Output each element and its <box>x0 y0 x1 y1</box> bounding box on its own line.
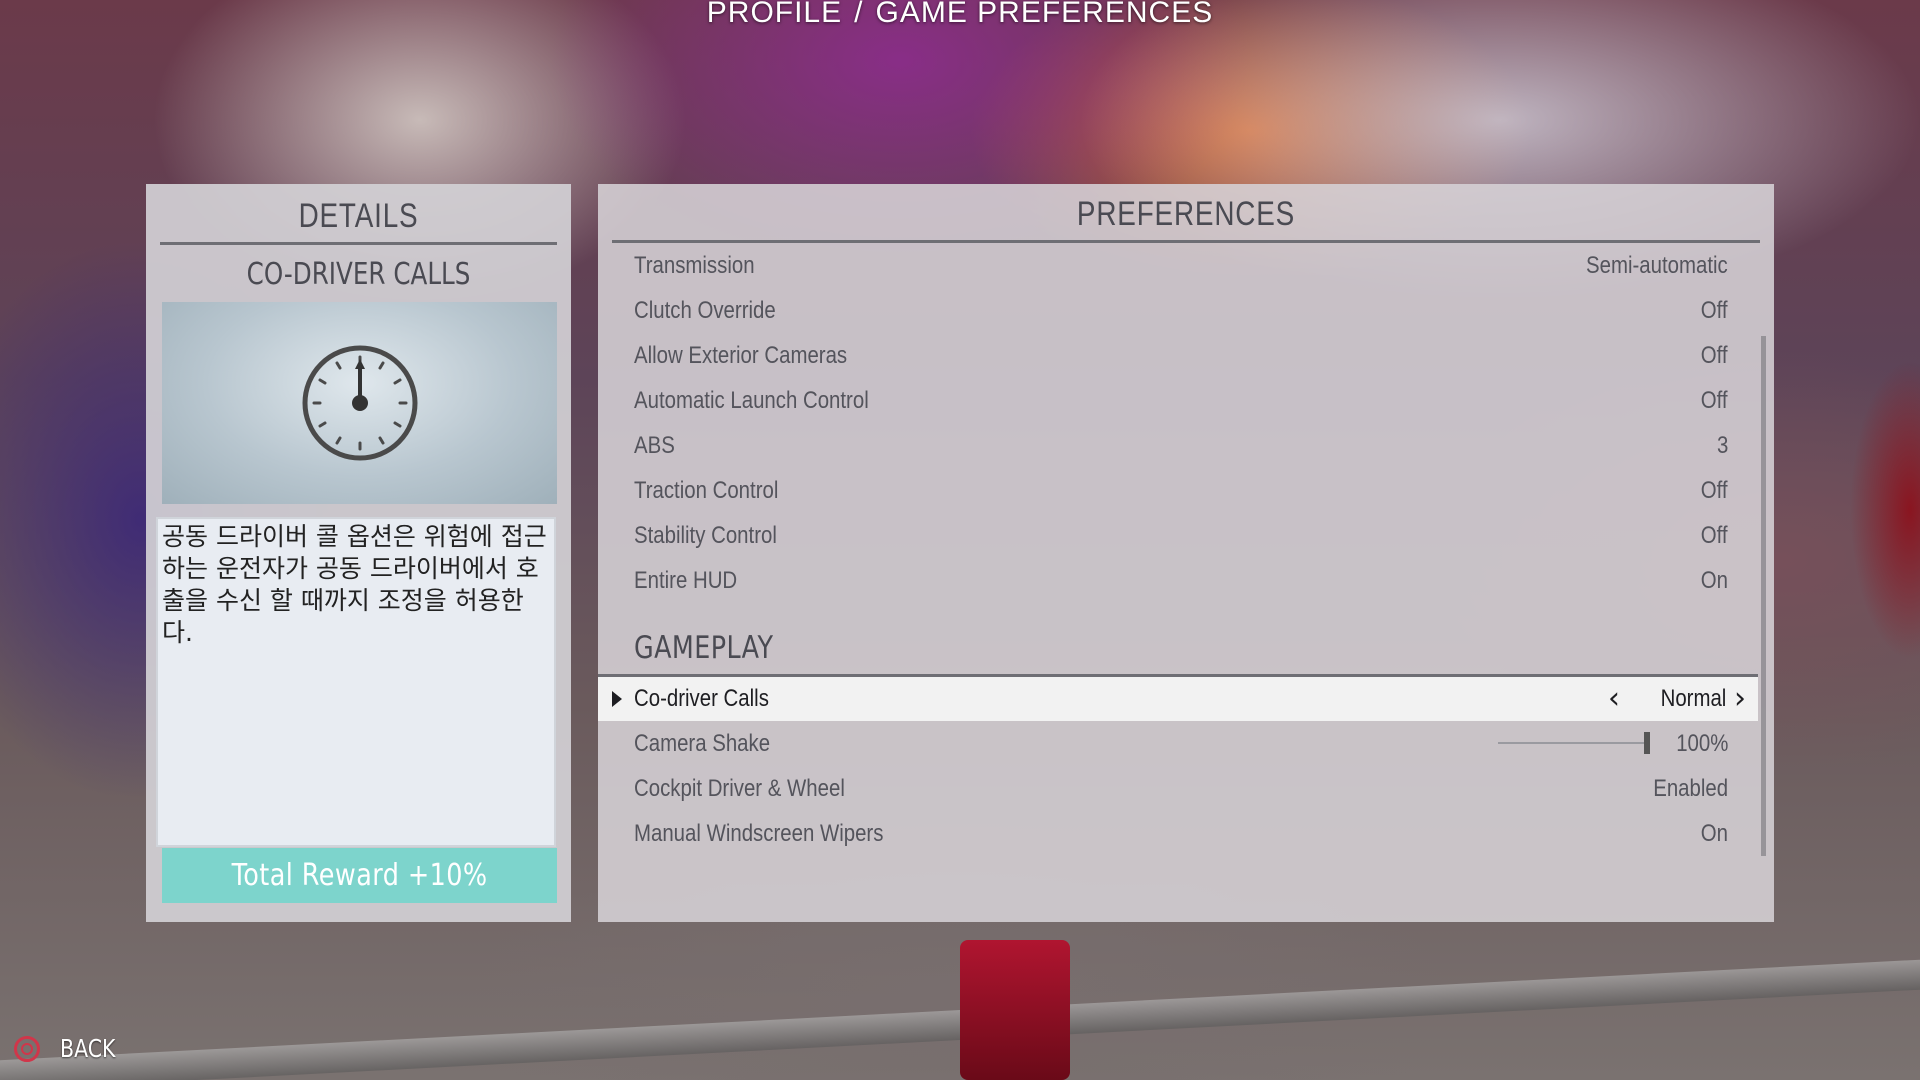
pref-value: 100% <box>1675 729 1728 757</box>
details-subtitle: CO-DRIVER CALLS <box>246 257 471 292</box>
breadcrumb-parent: PROFILE <box>706 0 843 29</box>
camera-shake-slider-thumb[interactable] <box>1644 732 1650 754</box>
pref-value: On <box>1700 566 1728 594</box>
chevron-right-icon[interactable]: › <box>1734 684 1746 714</box>
total-reward-badge: Total Reward +10% <box>162 848 557 903</box>
back-button[interactable]: BACK <box>14 1034 128 1063</box>
pref-label: Clutch Override <box>634 296 776 324</box>
pref-row-entire-hud[interactable]: Entire HUD On <box>598 558 1758 603</box>
preferences-scrollbar[interactable] <box>1761 336 1766 856</box>
background-jack <box>960 940 1070 1080</box>
pref-value: On <box>1700 819 1728 847</box>
chevron-left-icon[interactable]: ‹ <box>1608 684 1620 714</box>
circle-button-icon-inner <box>21 1042 33 1055</box>
pref-label: Manual Windscreen Wipers <box>634 819 884 847</box>
pref-value: Off <box>1701 521 1728 549</box>
pref-value: Off <box>1701 341 1728 369</box>
pref-row-traction-control[interactable]: Traction Control Off <box>598 468 1758 513</box>
selection-arrow-icon <box>612 691 622 707</box>
pref-row-manual-windscreen-wipers[interactable]: Manual Windscreen Wipers On <box>598 811 1758 856</box>
pref-value: Off <box>1701 386 1728 414</box>
preferences-panel: PREFERENCES Transmission Semi-automatic … <box>598 184 1774 922</box>
section-header-gameplay: GAMEPLAY <box>634 630 774 666</box>
pref-row-co-driver-calls[interactable]: Co-driver Calls ‹ Normal › <box>598 674 1758 721</box>
pref-value: Semi-automatic <box>1586 251 1728 279</box>
camera-shake-slider-track[interactable] <box>1498 742 1646 744</box>
pref-label: Entire HUD <box>634 566 738 594</box>
pref-row-camera-shake[interactable]: Camera Shake 100% <box>598 721 1758 766</box>
back-label: BACK <box>60 1034 116 1063</box>
pref-label: Allow Exterior Cameras <box>634 341 848 369</box>
pref-row-allow-exterior-cameras[interactable]: Allow Exterior Cameras Off <box>598 333 1758 378</box>
pref-label: ABS <box>634 431 675 459</box>
pref-value: Enabled <box>1653 774 1728 802</box>
breadcrumb-separator: / <box>854 0 864 29</box>
total-reward-label: Total Reward +10% <box>231 858 488 893</box>
preferences-title: PREFERENCES <box>1076 195 1296 233</box>
pref-value: Normal <box>1660 685 1726 712</box>
breadcrumb-current: GAME PREFERENCES <box>875 0 1214 29</box>
pref-value: 3 <box>1716 431 1728 459</box>
details-panel: DETAILS CO-DRIVER CALLS 공동 드라이버 콜 옵션은 위험… <box>146 184 571 922</box>
clock-icon <box>302 345 417 461</box>
background-detail <box>1850 360 1920 660</box>
details-description: 공동 드라이버 콜 옵션은 위험에 접근하는 운전자가 공동 드라이버에서 호출… <box>156 517 556 847</box>
pref-label: Traction Control <box>634 476 779 504</box>
pref-label: Transmission <box>634 251 755 279</box>
pref-row-abs[interactable]: ABS 3 <box>598 423 1758 468</box>
pref-value: Off <box>1701 476 1728 504</box>
pref-row-transmission[interactable]: Transmission Semi-automatic <box>598 243 1758 288</box>
pref-row-stability-control[interactable]: Stability Control Off <box>598 513 1758 558</box>
breadcrumb: PROFILE / GAME PREFERENCES <box>0 0 1920 30</box>
details-divider <box>160 242 557 245</box>
pref-label: Automatic Launch Control <box>634 386 869 414</box>
pref-row-automatic-launch-control[interactable]: Automatic Launch Control Off <box>598 378 1758 423</box>
details-image <box>162 302 557 504</box>
circle-button-icon <box>14 1035 40 1062</box>
pref-label: Camera Shake <box>634 729 771 757</box>
pref-label: Co-driver Calls <box>634 685 769 712</box>
details-title: DETAILS <box>298 197 419 235</box>
pref-label: Stability Control <box>634 521 777 549</box>
pref-value: Off <box>1701 296 1728 324</box>
pref-row-cockpit-driver-wheel[interactable]: Cockpit Driver & Wheel Enabled <box>598 766 1758 811</box>
pref-row-clutch-override[interactable]: Clutch Override Off <box>598 288 1758 333</box>
pref-label: Cockpit Driver & Wheel <box>634 774 845 802</box>
